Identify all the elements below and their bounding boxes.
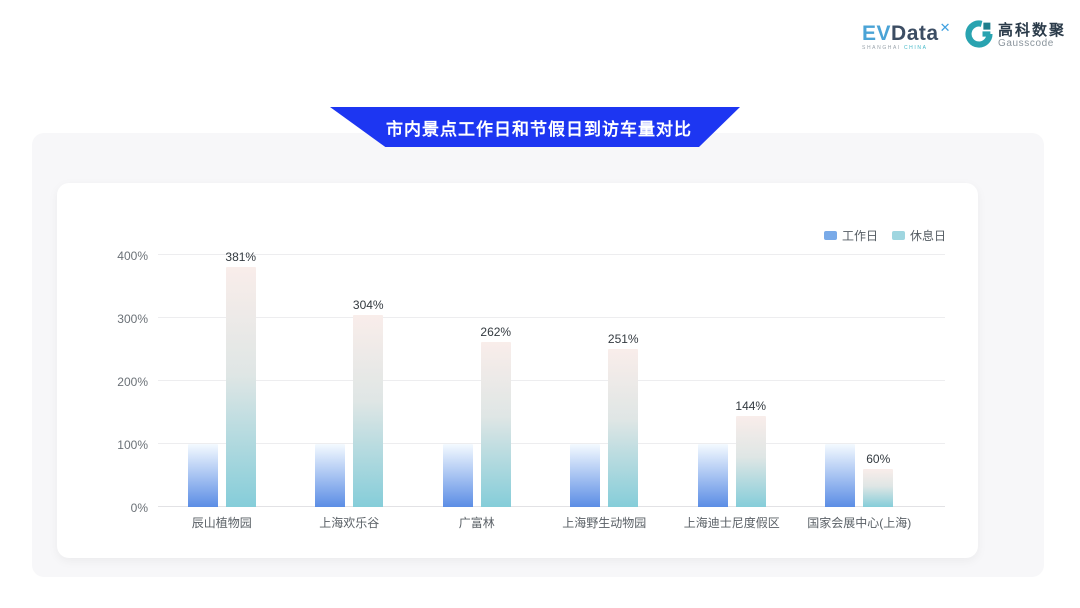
- gausscode-cn-label: 高科数聚: [998, 23, 1066, 39]
- plot-area: 0%100%200%300%400%381%辰山植物园304%上海欢乐谷262%…: [158, 243, 945, 507]
- legend-label: 休息日: [910, 227, 946, 244]
- title-banner: 市内景点工作日和节假日到访车量对比: [330, 107, 740, 147]
- bar-工作日: [188, 444, 218, 507]
- bar-value-label: 144%: [735, 399, 766, 413]
- legend-swatch-icon: [824, 231, 837, 240]
- gausscode-text: 高科数聚 Gausscode: [998, 23, 1066, 49]
- bar-group: 381%辰山植物园: [158, 243, 286, 507]
- bar-工作日: [570, 444, 600, 507]
- evdata-wordmark: EVData✕: [862, 23, 951, 44]
- gausscode-g-icon: [965, 20, 993, 53]
- evdata-subtitle: SHANGHAI CHINA: [862, 46, 927, 51]
- chart-card: 工作日休息日 0%100%200%300%400%381%辰山植物园304%上海…: [57, 183, 978, 558]
- gausscode-logo: 高科数聚 Gausscode: [965, 20, 1066, 53]
- evdata-logo: EVData✕ SHANGHAI CHINA: [862, 23, 951, 51]
- bar-休息日: 60%: [863, 469, 893, 507]
- evdata-ev-text: EV: [862, 22, 891, 45]
- page: EVData✕ SHANGHAI CHINA 高科数聚 Gausscode 市: [0, 0, 1080, 608]
- x-axis-label: 上海欢乐谷: [319, 514, 379, 531]
- y-axis-tick: 0%: [88, 501, 148, 515]
- bar-value-label: 381%: [225, 250, 256, 264]
- legend-item-工作日[interactable]: 工作日: [824, 227, 878, 244]
- legend-item-休息日[interactable]: 休息日: [892, 227, 946, 244]
- bar-工作日: [825, 444, 855, 507]
- x-axis-label: 国家会展中心(上海): [807, 514, 911, 531]
- bar-group: 262%广富林: [413, 243, 541, 507]
- bar-休息日: 262%: [481, 342, 511, 507]
- legend-swatch-icon: [892, 231, 905, 240]
- x-axis-label: 广富林: [459, 514, 495, 531]
- bar-休息日: 381%: [226, 267, 256, 507]
- bar-工作日: [698, 444, 728, 507]
- bar-value-label: 251%: [608, 332, 639, 346]
- bar-工作日: [315, 444, 345, 507]
- bar-工作日: [443, 444, 473, 507]
- bar-group: 144%上海迪士尼度假区: [668, 243, 796, 507]
- bar-value-label: 304%: [353, 298, 384, 312]
- page-title: 市内景点工作日和节假日到访车量对比: [378, 115, 692, 140]
- y-axis-tick: 100%: [88, 438, 148, 452]
- bar-group: 60%国家会展中心(上海): [796, 243, 924, 507]
- legend-label: 工作日: [842, 227, 878, 244]
- evdata-data-text: Data: [891, 22, 939, 45]
- header-logos: EVData✕ SHANGHAI CHINA 高科数聚 Gausscode: [862, 20, 1066, 53]
- x-axis-label: 上海野生动物园: [562, 514, 646, 531]
- bar-休息日: 144%: [736, 416, 766, 507]
- bar-groups: 381%辰山植物园304%上海欢乐谷262%广富林251%上海野生动物园144%…: [158, 243, 923, 507]
- bar-value-label: 262%: [480, 325, 511, 339]
- evdata-x-icon: ✕: [940, 20, 951, 35]
- bar-group: 304%上海欢乐谷: [286, 243, 414, 507]
- evdata-subtitle-shanghai: SHANGHAI: [862, 45, 901, 51]
- y-axis-tick: 200%: [88, 375, 148, 389]
- y-axis-tick: 300%: [88, 312, 148, 326]
- bar-group: 251%上海野生动物园: [541, 243, 669, 507]
- bar-休息日: 304%: [353, 315, 383, 507]
- y-axis-tick: 400%: [88, 249, 148, 263]
- bar-休息日: 251%: [608, 349, 638, 507]
- bar-value-label: 60%: [866, 452, 890, 466]
- report-panel: 工作日休息日 0%100%200%300%400%381%辰山植物园304%上海…: [32, 133, 1044, 577]
- evdata-subtitle-china: CHINA: [904, 45, 928, 51]
- x-axis-label: 辰山植物园: [192, 514, 252, 531]
- x-axis-label: 上海迪士尼度假区: [684, 514, 780, 531]
- chart-legend: 工作日 休息日: [824, 227, 946, 244]
- gausscode-en-label: Gausscode: [998, 39, 1066, 50]
